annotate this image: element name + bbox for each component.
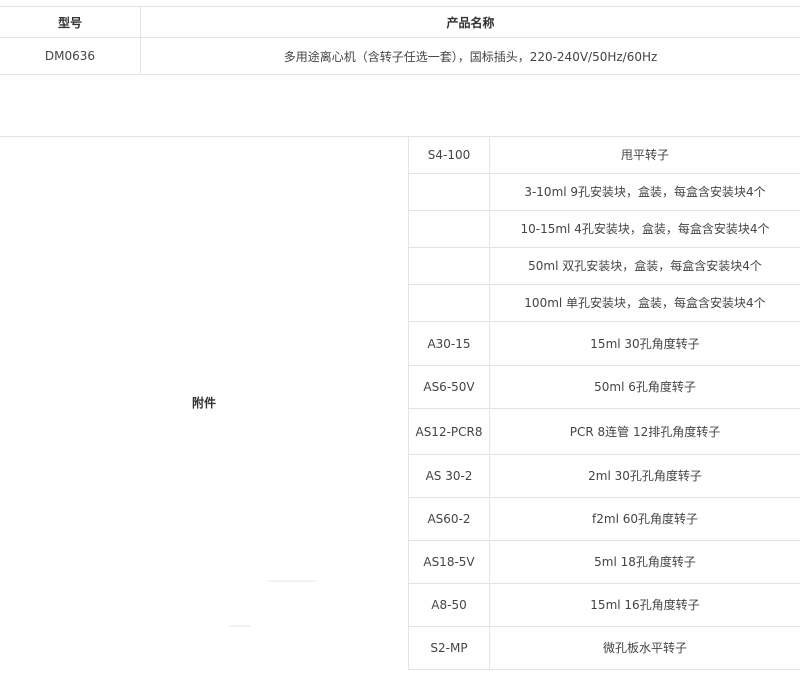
accessory-row: 附件 S4-100 甩平转子 xyxy=(0,136,800,670)
accessory-desc-cell: 15ml 16孔角度转子 xyxy=(489,583,800,627)
accessory-model-cell: AS60-2 xyxy=(408,497,490,541)
accessory-desc-cell: 100ml 单孔安装块，盒装，每盒含安装块4个 xyxy=(489,284,800,322)
accessories-table: 附件 S4-100 甩平转子 3-10ml 9孔安装块，盒装，每盒含安装块4个 10-1… xyxy=(0,136,800,670)
accessory-model-cell: S4-100 xyxy=(408,136,490,174)
product-spec-table: 型号 产品名称 DM0636 多用途离心机（含转子任选一套），国标插头，220-… xyxy=(0,6,800,75)
accessory-model-cell: AS18-5V xyxy=(408,540,490,584)
accessory-model-cell xyxy=(408,284,490,322)
spec-header-row: 型号 产品名称 xyxy=(0,6,800,38)
product-name-cell: 多用途离心机（含转子任选一套），国标插头，220-240V/50Hz/60Hz xyxy=(140,37,800,75)
accessory-model-cell xyxy=(408,173,490,211)
spec-row: DM0636 多用途离心机（含转子任选一套），国标插头，220-240V/50H… xyxy=(0,37,800,75)
accessory-desc-cell: 50ml 双孔安装块，盒装，每盒含安装块4个 xyxy=(489,247,800,285)
accessory-model-cell: AS6-50V xyxy=(408,365,490,409)
accessory-desc-cell: f2ml 60孔角度转子 xyxy=(489,497,800,541)
accessory-model-cell: A8-50 xyxy=(408,583,490,627)
accessory-model-cell xyxy=(408,210,490,248)
accessory-model-cell: A30-15 xyxy=(408,321,490,366)
accessory-model-cell xyxy=(408,247,490,285)
accessory-desc-cell: 甩平转子 xyxy=(489,136,800,174)
accessory-desc-cell: 50ml 6孔角度转子 xyxy=(489,365,800,409)
product-name-column-header: 产品名称 xyxy=(140,6,800,38)
accessory-model-cell: AS12-PCR8 xyxy=(408,408,490,455)
faint-mark xyxy=(268,580,316,582)
accessory-desc-cell: PCR 8连管 12排孔角度转子 xyxy=(489,408,800,455)
accessory-desc-cell: 5ml 18孔角度转子 xyxy=(489,540,800,584)
accessory-desc-cell: 2ml 30孔孔角度转子 xyxy=(489,454,800,498)
accessories-label: 附件 xyxy=(0,136,409,670)
accessory-desc-cell: 微孔板水平转子 xyxy=(489,626,800,670)
faint-mark xyxy=(228,625,250,627)
accessory-model-cell: S2-MP xyxy=(408,626,490,670)
accessory-desc-cell: 10-15ml 4孔安装块，盒装，每盒含安装块4个 xyxy=(489,210,800,248)
accessory-desc-cell: 15ml 30孔角度转子 xyxy=(489,321,800,366)
model-cell: DM0636 xyxy=(0,37,141,75)
accessory-desc-cell: 3-10ml 9孔安装块，盒装，每盒含安装块4个 xyxy=(489,173,800,211)
model-column-header: 型号 xyxy=(0,6,141,38)
accessory-model-cell: AS 30-2 xyxy=(408,454,490,498)
